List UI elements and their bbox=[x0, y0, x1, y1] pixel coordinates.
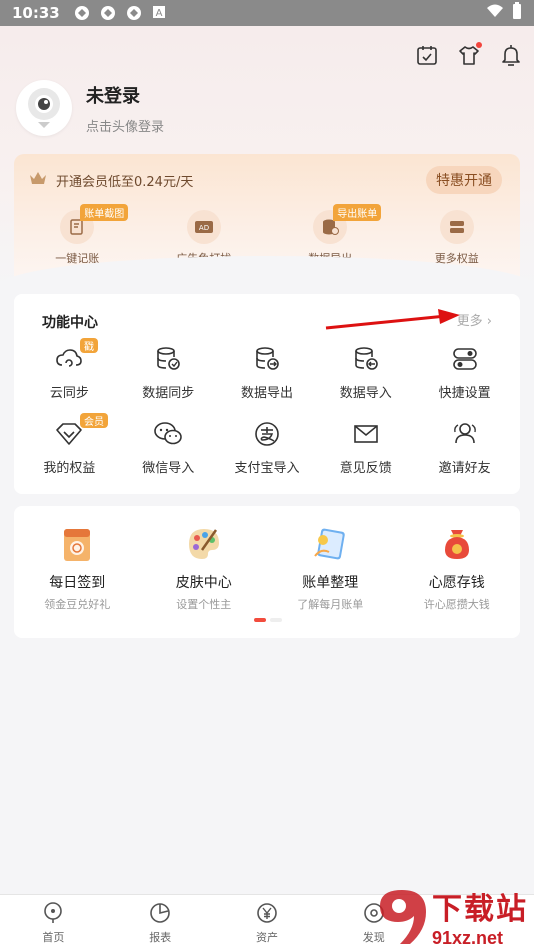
feature-item-label: 微信导入 bbox=[142, 461, 195, 476]
activity-bill-organize[interactable]: 账单整理 了解每月账单 bbox=[275, 524, 385, 612]
data-export-icon bbox=[252, 344, 282, 374]
money-bag-icon bbox=[437, 524, 477, 564]
nav-assets[interactable]: 资产 bbox=[214, 895, 321, 950]
status-bar: 10:33 A bbox=[0, 0, 534, 26]
friends-icon bbox=[450, 419, 480, 449]
feature-tag: 戳 bbox=[80, 338, 98, 353]
activities-card: 每日签到 领金豆兑好礼 皮肤中心 设置个性主 账单整理 了解每月账单 心愿存钱 … bbox=[14, 506, 520, 638]
vip-item-more-benefits[interactable]: 更多权益 bbox=[412, 210, 502, 266]
chevron-right-icon: › bbox=[486, 314, 492, 329]
nav-report[interactable]: 报表 bbox=[107, 895, 214, 950]
header-actions bbox=[416, 42, 522, 66]
profile-name[interactable]: 未登录 bbox=[86, 82, 164, 108]
wechat-icon bbox=[153, 419, 183, 449]
profile-section[interactable]: 未登录 点击头像登录 bbox=[16, 80, 164, 136]
mail-icon bbox=[351, 419, 381, 449]
bill-icon bbox=[310, 524, 350, 564]
nav-label: 资产 bbox=[255, 930, 278, 944]
feature-item-data-sync[interactable]: 数据同步 bbox=[119, 344, 218, 401]
app-notification-icon bbox=[100, 5, 116, 21]
pager-dot-active bbox=[254, 618, 266, 622]
feature-item-feedback[interactable]: 意见反馈 bbox=[316, 419, 415, 476]
pager-dots bbox=[254, 618, 282, 622]
feature-item-label: 我的权益 bbox=[43, 461, 96, 476]
activity-daily-checkin[interactable]: 每日签到 领金豆兑好礼 bbox=[22, 524, 132, 612]
feature-item-label: 快捷设置 bbox=[438, 386, 491, 401]
activity-wish-saving[interactable]: 心愿存钱 许心愿攒大钱 bbox=[402, 524, 512, 612]
calendar-check-icon[interactable] bbox=[416, 44, 438, 66]
activity-subtitle: 设置个性主 bbox=[176, 598, 232, 611]
ad-icon: AD bbox=[186, 210, 221, 244]
feature-item-data-export[interactable]: 数据导出 bbox=[218, 344, 317, 401]
feature-item-wechat-import[interactable]: 微信导入 bbox=[119, 419, 218, 476]
feature-center-title: 功能中心 bbox=[42, 315, 98, 331]
vip-tag: 账单截图 bbox=[80, 204, 129, 221]
data-sync-icon bbox=[153, 344, 183, 374]
feature-item-label: 数据导入 bbox=[339, 386, 392, 401]
feature-item-label: 数据导出 bbox=[240, 386, 293, 401]
yen-icon bbox=[257, 902, 277, 923]
red-arrow-annotation bbox=[325, 309, 460, 330]
data-import-icon bbox=[351, 344, 381, 374]
watermark-logo bbox=[380, 889, 426, 944]
calendar-icon bbox=[57, 524, 97, 564]
avatar[interactable] bbox=[16, 80, 72, 136]
activity-title: 每日签到 bbox=[49, 575, 106, 591]
nav-label: 首页 bbox=[42, 930, 65, 944]
feature-item-label: 数据同步 bbox=[142, 386, 195, 401]
vip-item-quick-record[interactable]: 账单截图 一键记账 bbox=[32, 204, 129, 266]
palette-icon bbox=[184, 524, 224, 564]
feature-item-invite-friends[interactable]: 邀请好友 bbox=[415, 419, 514, 476]
alipay-icon bbox=[252, 419, 282, 449]
svg-text:A: A bbox=[155, 8, 162, 19]
home-icon bbox=[44, 901, 63, 923]
crown-icon bbox=[28, 170, 48, 190]
feature-tag: 会员 bbox=[80, 413, 108, 428]
nav-label: 报表 bbox=[149, 930, 172, 944]
activity-title: 账单整理 bbox=[302, 575, 359, 591]
vip-promo-text: 开通会员低至0.24元/天 bbox=[56, 174, 194, 190]
more-icon bbox=[439, 210, 474, 244]
feature-item-label: 邀请好友 bbox=[438, 461, 491, 476]
feature-item-label: 支付宝导入 bbox=[234, 461, 300, 476]
watermark-url: 91xz.net bbox=[432, 928, 504, 948]
battery-icon bbox=[512, 2, 522, 24]
feature-item-alipay-import[interactable]: 支付宝导入 bbox=[218, 419, 317, 476]
activity-title: 皮肤中心 bbox=[175, 575, 232, 591]
chart-icon bbox=[150, 902, 170, 923]
activity-subtitle: 领金豆兑好礼 bbox=[44, 598, 111, 611]
feature-item-label: 意见反馈 bbox=[339, 461, 392, 476]
activity-skin-center[interactable]: 皮肤中心 设置个性主 bbox=[149, 524, 259, 612]
watermark-brand: 下载站 bbox=[432, 893, 528, 926]
activity-subtitle: 许心愿攒大钱 bbox=[423, 598, 490, 611]
vip-tag: 导出账单 bbox=[333, 204, 382, 221]
feature-item-data-import[interactable]: 数据导入 bbox=[316, 344, 415, 401]
feature-item-label: 云同步 bbox=[49, 386, 89, 401]
activity-subtitle: 了解每月账单 bbox=[297, 598, 364, 611]
activity-title: 心愿存钱 bbox=[428, 575, 485, 591]
status-time: 10:33 bbox=[12, 4, 60, 22]
watermark: 下载站 91xz.net bbox=[374, 884, 528, 949]
bell-icon[interactable] bbox=[500, 44, 522, 66]
feature-item-my-benefits[interactable]: 会员 我的权益 bbox=[20, 413, 119, 476]
feature-item-quick-settings[interactable]: 快捷设置 bbox=[415, 344, 514, 401]
vip-open-button[interactable]: 特惠开通 bbox=[426, 166, 502, 194]
svg-text:AD: AD bbox=[199, 224, 209, 232]
nav-home[interactable]: 首页 bbox=[0, 895, 107, 950]
app-notification-icon bbox=[126, 5, 142, 21]
avatar-placeholder-icon bbox=[28, 88, 60, 128]
pager-dot bbox=[270, 618, 282, 622]
tshirt-icon[interactable] bbox=[458, 42, 482, 66]
toggle-icon bbox=[450, 344, 480, 374]
notification-dot bbox=[476, 42, 482, 48]
app-notification-icon bbox=[74, 5, 90, 21]
feature-item-cloud-sync[interactable]: 戳 云同步 bbox=[20, 338, 119, 401]
profile-subtitle[interactable]: 点击头像登录 bbox=[86, 116, 164, 135]
wifi-icon bbox=[486, 4, 504, 22]
font-notification-icon: A bbox=[152, 5, 168, 21]
